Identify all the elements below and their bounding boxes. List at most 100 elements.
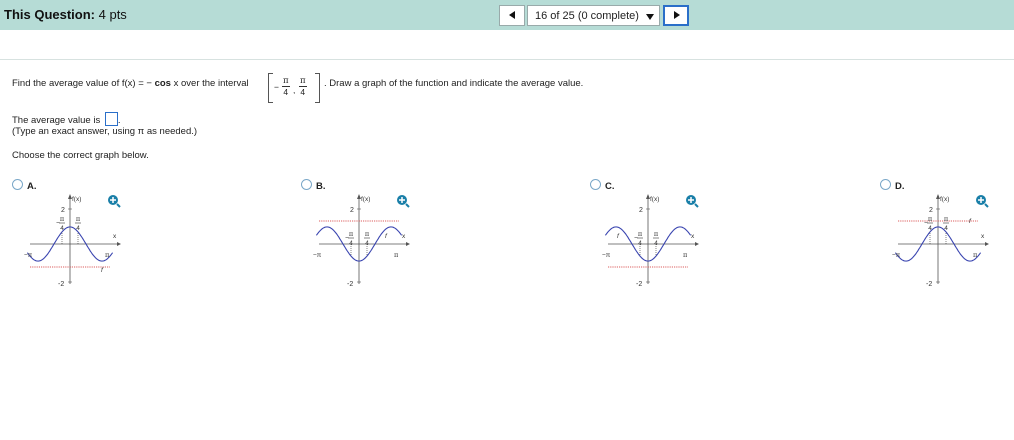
pi-over-4-den: 4: [76, 225, 80, 232]
zoom-handle: [694, 203, 699, 208]
zoom-icon[interactable]: [685, 194, 699, 208]
radio-icon: [590, 179, 601, 190]
option-b-radio[interactable]: B.: [301, 179, 326, 192]
zoom-handle: [116, 203, 121, 208]
function-name: cos: [154, 78, 171, 89]
zoom-icon[interactable]: [107, 194, 121, 208]
answer-period: .: [117, 115, 121, 126]
fx-label: f(x): [72, 196, 81, 203]
fx-label: f(x): [361, 196, 370, 203]
f-mark: f: [617, 233, 620, 240]
question-text: Find the average value of f(x) = − cos x…: [12, 78, 249, 89]
neg-pi-over-4-num: π: [638, 230, 643, 238]
y-top-label: 2: [639, 207, 643, 214]
radio-icon: [880, 179, 891, 190]
question-title: This Question: 4 pts: [4, 7, 127, 22]
answer-input[interactable]: [104, 112, 118, 126]
interval-right-denominator: 4: [300, 87, 306, 97]
pi-label: π: [683, 251, 688, 259]
f-mark: f: [969, 218, 972, 225]
interval-left-numerator: π: [282, 76, 290, 87]
answer-hint: (Type an exact answer, using π as needed…: [12, 126, 198, 137]
option-d-radio[interactable]: D.: [880, 179, 905, 192]
pi-over-4-num: π: [365, 230, 370, 238]
neg-pi-over-4-num: π: [60, 215, 65, 223]
x-axis-arrow: [985, 242, 989, 246]
chevron-down-icon: [646, 14, 654, 20]
neg-pi-label: −π: [24, 252, 33, 259]
interval-left-fraction: π 4: [282, 76, 290, 97]
pi-over-4-den: 4: [654, 240, 658, 247]
choose-instruction: Choose the correct graph below.: [12, 150, 149, 161]
x-axis-arrow: [406, 242, 410, 246]
neg-pi-over-4-den: 4: [349, 240, 353, 247]
zoom-handle: [984, 203, 989, 208]
x-label: x: [402, 233, 406, 240]
pi-over-4-num: π: [654, 230, 659, 238]
option-b-label: B.: [316, 181, 326, 192]
option-a-label: A.: [27, 181, 37, 192]
pi-label: π: [973, 251, 978, 259]
interval: − π 4 , π 4: [268, 73, 320, 103]
neg-pi-label: −π: [602, 252, 611, 259]
points: 4 pts: [98, 7, 127, 22]
x-label: x: [691, 233, 695, 240]
radio-icon: [12, 179, 23, 190]
y-bottom-label: -2: [347, 281, 353, 288]
fx-label: f(x): [940, 196, 949, 203]
next-question-button[interactable]: [663, 5, 689, 26]
option-d-label: D.: [895, 181, 905, 192]
left-bracket: [268, 73, 273, 103]
neg-pi-over-4-den: 4: [638, 240, 642, 247]
pi-over-4-den: 4: [365, 240, 369, 247]
x-label: x: [981, 233, 985, 240]
option-c-label: C.: [605, 181, 615, 192]
y-bottom-label: -2: [926, 281, 932, 288]
neg-pi-over-4-den: 4: [928, 225, 932, 232]
interval-right-numerator: π: [299, 76, 307, 87]
divider: [0, 59, 1014, 60]
right-bracket: [315, 73, 320, 103]
x-axis-arrow: [695, 242, 699, 246]
pi-label: π: [105, 251, 110, 259]
previous-question-button[interactable]: [499, 5, 525, 26]
y-top-label: 2: [61, 207, 65, 214]
pi-over-4-den: 4: [944, 225, 948, 232]
option-a-radio[interactable]: A.: [12, 179, 37, 192]
y-bottom-label: -2: [636, 281, 642, 288]
f-mark: f: [101, 267, 104, 274]
question-suffix: . Draw a graph of the function and indic…: [324, 78, 584, 89]
neg-pi-over-4-num: π: [349, 230, 354, 238]
interval-minus: −: [274, 82, 279, 92]
question-progress-dropdown[interactable]: 16 of 25 (0 complete): [527, 5, 660, 26]
zoom-icon[interactable]: [975, 194, 989, 208]
option-c-radio[interactable]: C.: [590, 179, 615, 192]
pi-label: π: [394, 251, 399, 259]
y-bottom-label: -2: [58, 281, 64, 288]
pi-over-4-num: π: [944, 215, 949, 223]
interval-separator: ,: [293, 85, 296, 95]
neg-pi-over-4-num: π: [928, 215, 933, 223]
interval-right-fraction: π 4: [299, 76, 307, 97]
zoom-icon[interactable]: [396, 194, 410, 208]
neg-pi-over-4-den: 4: [60, 225, 64, 232]
x-axis-arrow: [117, 242, 121, 246]
question-middle: x over the interval: [173, 78, 249, 89]
question-prefix: Find the average value of f(x) = −: [12, 78, 152, 89]
neg-pi-label: −π: [892, 252, 901, 259]
header-bar: This Question: 4 pts 16 of 25 (0 complet…: [0, 0, 1014, 30]
pi-over-4-num: π: [76, 215, 81, 223]
interval-left-denominator: 4: [283, 87, 289, 97]
answer-line: The average value is .: [12, 112, 120, 126]
radio-icon: [301, 179, 312, 190]
y-top-label: 2: [929, 207, 933, 214]
fx-label: f(x): [650, 196, 659, 203]
question-label: This Question:: [4, 7, 95, 22]
x-label: x: [113, 233, 117, 240]
answer-prompt: The average value is: [12, 115, 101, 126]
neg-pi-label: −π: [313, 252, 322, 259]
f-mark: f: [385, 233, 388, 240]
progress-text: 16 of 25 (0 complete): [535, 10, 639, 22]
zoom-handle: [405, 203, 410, 208]
y-top-label: 2: [350, 207, 354, 214]
